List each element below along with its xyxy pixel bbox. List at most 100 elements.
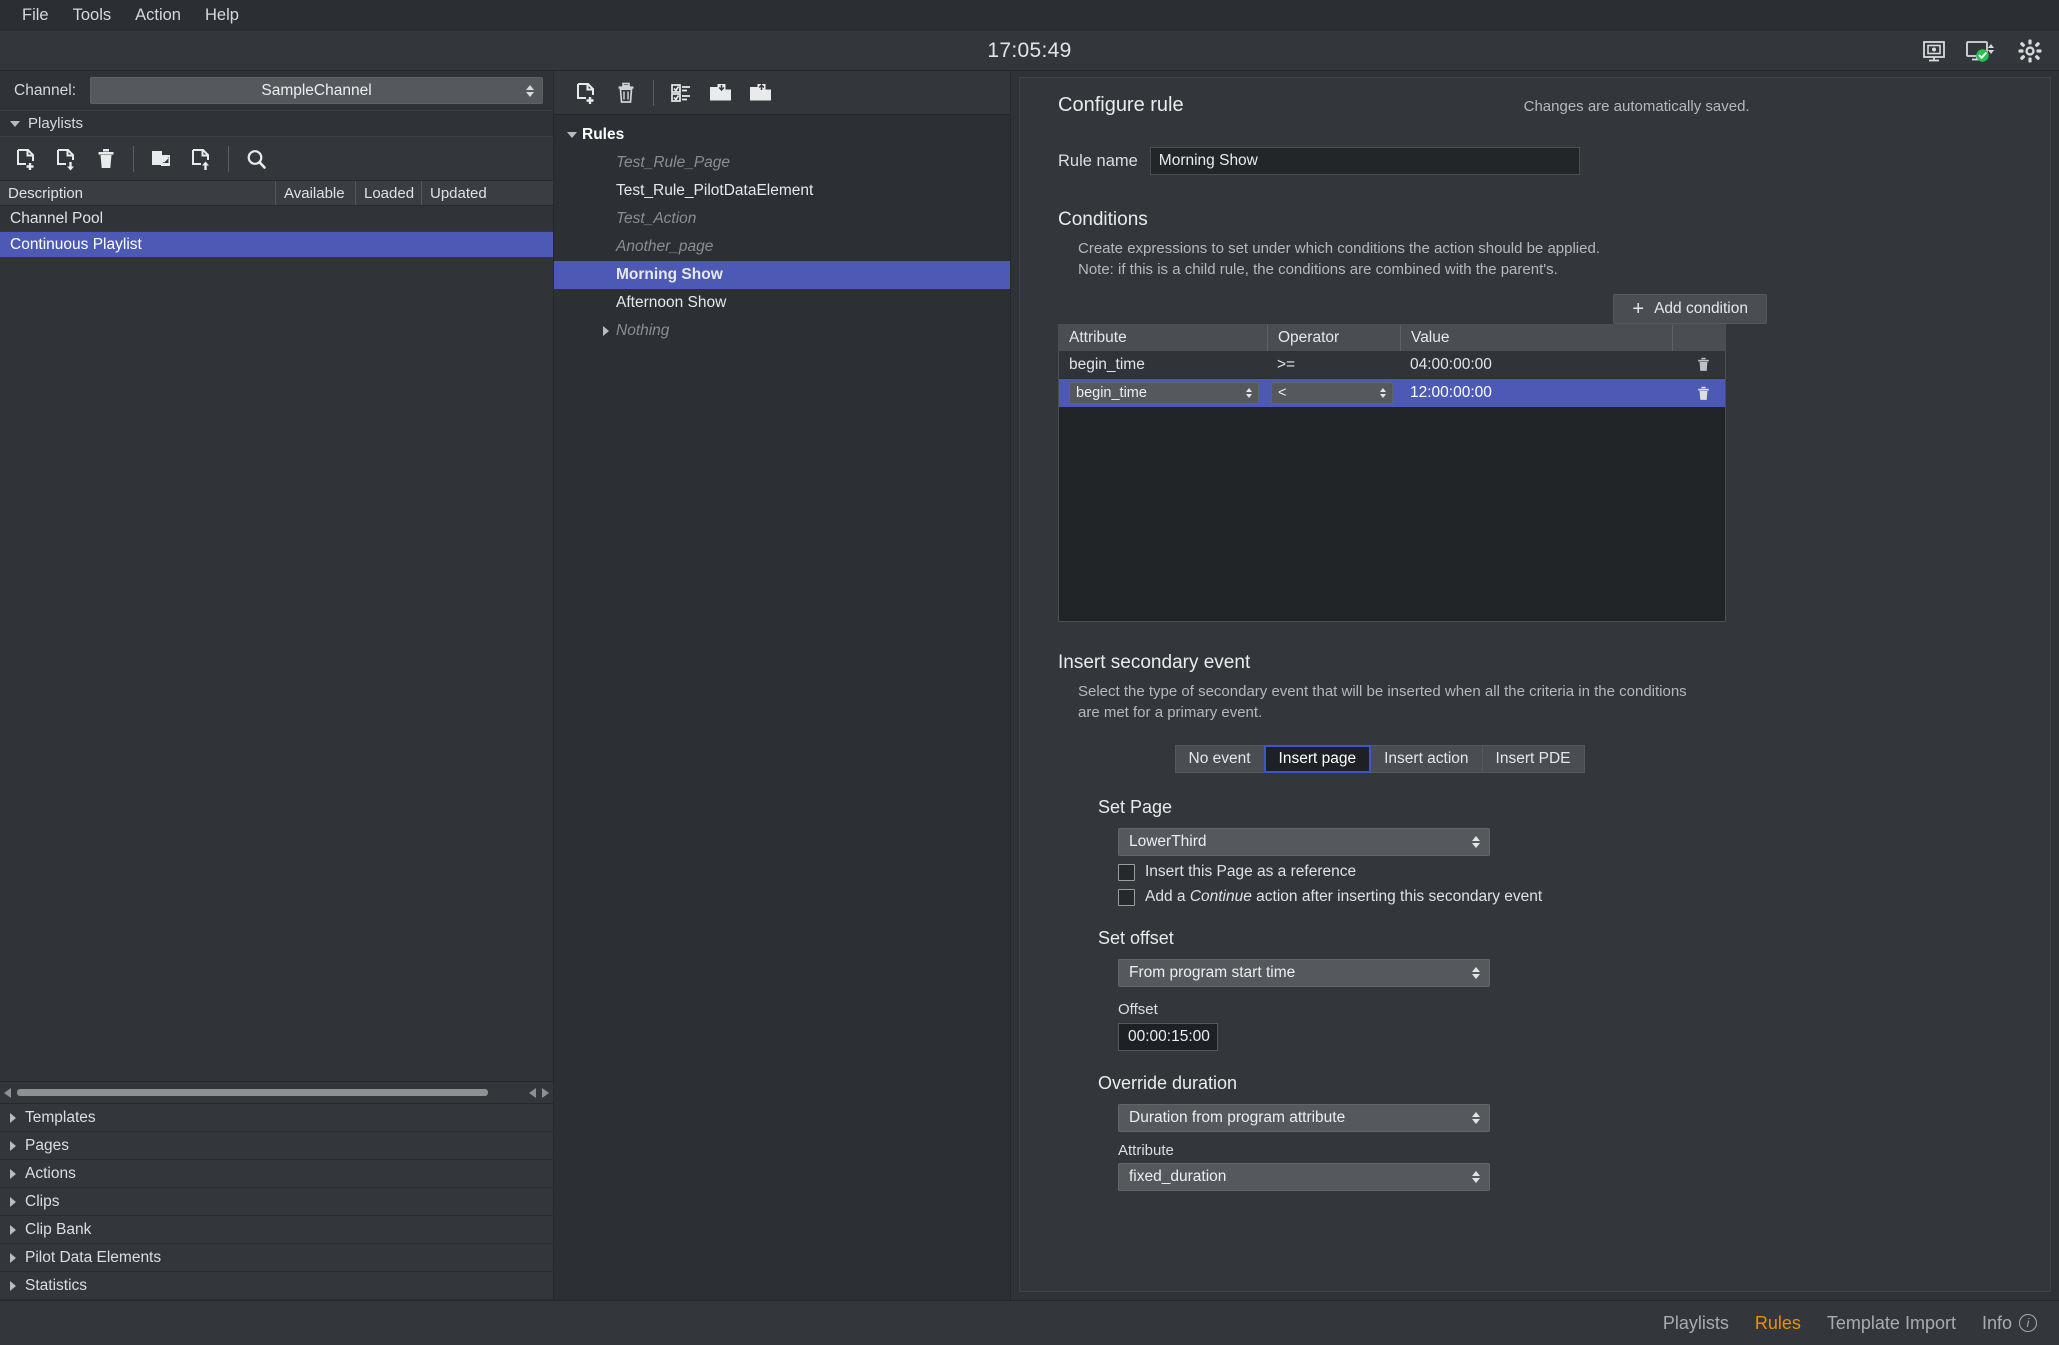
chevron-right-icon[interactable] [596,326,616,336]
nav-rules[interactable]: Rules [1755,1313,1801,1334]
condition-attribute-dropdown[interactable]: begin_time [1069,382,1259,404]
nav-playlists[interactable]: Playlists [1663,1313,1729,1334]
sidebar-item-templates[interactable]: Templates [0,1104,553,1132]
tab-insert-action[interactable]: Insert action [1370,745,1483,773]
continue-emphasis: Continue [1189,888,1252,905]
column-loaded[interactable]: Loaded [355,181,421,205]
tree-item-nothing[interactable]: Nothing [554,317,1010,345]
export-rules-icon[interactable] [741,74,781,112]
insert-as-reference-row[interactable]: Insert this Page as a reference [1118,863,2050,881]
duplicate-playlist-icon[interactable] [141,140,181,178]
offset-input[interactable]: 00:00:15:00 [1118,1023,1218,1051]
monitor-settings-icon[interactable] [1921,38,1947,64]
sidebar-item-label: Actions [25,1164,76,1182]
scrollbar-thumb[interactable] [17,1089,488,1096]
table-row[interactable]: Continuous Playlist [0,232,553,258]
column-description[interactable]: Description [0,181,275,205]
tree-item-label: Test_Action [616,210,697,227]
conditions-description: Create expressions to set under which co… [1020,238,2050,280]
sidebar-item-pilot-data-elements[interactable]: Pilot Data Elements [0,1244,553,1272]
nav-info[interactable]: Info i [1982,1313,2037,1334]
menu-item-file[interactable]: File [10,3,61,28]
table-row[interactable]: Channel Pool [0,206,553,232]
new-rule-icon[interactable] [566,74,606,112]
sidebar-item-statistics[interactable]: Statistics [0,1272,553,1300]
condition-value[interactable]: 04:00:00:00 [1400,351,1672,378]
condition-attribute-cell: begin_time [1059,379,1267,407]
menu-item-tools[interactable]: Tools [61,3,124,28]
gear-icon[interactable] [2017,38,2043,64]
sidebar-item-label: Statistics [25,1276,88,1294]
add-continue-action-row[interactable]: Add a Continue action after inserting th… [1118,888,2050,906]
scroll-left-icon-2[interactable] [529,1087,536,1098]
playlists-section-label: Playlists [28,115,84,132]
add-condition-button[interactable]: + Add condition [1613,294,1767,324]
add-continue-action-checkbox[interactable] [1118,888,1135,906]
column-attribute[interactable]: Attribute [1059,325,1267,351]
condition-row[interactable]: begin_time < 12:00:00:00 [1059,379,1725,407]
delete-rule-icon[interactable] [606,74,646,112]
tree-item-test-rule-pilotdataelement[interactable]: Test_Rule_PilotDataElement [554,177,1010,205]
column-available[interactable]: Available [275,181,355,205]
column-updated[interactable]: Updated [421,181,553,205]
duration-attribute-dropdown[interactable]: fixed_duration [1118,1163,1490,1191]
sidebar-item-pages[interactable]: Pages [0,1132,553,1160]
search-icon[interactable] [236,140,276,178]
checklist-icon[interactable] [661,74,701,112]
new-playlist-icon[interactable] [6,140,46,178]
scroll-left-icon[interactable] [4,1087,11,1098]
nav-template-import[interactable]: Template Import [1827,1313,1956,1334]
delete-playlist-icon[interactable] [86,140,126,178]
plus-icon: + [1632,298,1645,320]
condition-attribute[interactable]: begin_time [1059,351,1267,378]
scrollbar-track[interactable] [17,1089,523,1097]
condition-value[interactable]: 12:00:00:00 [1400,379,1672,407]
column-operator[interactable]: Operator [1267,325,1400,351]
chevron-down-icon[interactable] [562,132,582,138]
tree-item-test-rule-page[interactable]: Test_Rule_Page [554,149,1010,177]
chevron-right-icon [10,1112,16,1123]
set-offset-value: From program start time [1129,964,1296,981]
override-duration-dropdown[interactable]: Duration from program attribute [1118,1104,1490,1132]
tree-item-afternoon-show[interactable]: Afternoon Show [554,289,1010,317]
condition-row[interactable]: begin_time >= 04:00:00:00 [1059,351,1725,379]
scroll-right-icon[interactable] [542,1087,549,1098]
import-playlist-icon[interactable] [46,140,86,178]
channel-dropdown[interactable]: SampleChannel [90,77,543,104]
toolbar-divider [133,145,134,172]
condition-operator-dropdown[interactable]: < [1271,382,1393,404]
horizontal-scrollbar[interactable] [0,1082,553,1104]
tree-item-another-page[interactable]: Another_page [554,233,1010,261]
tree-item-morning-show[interactable]: Morning Show [554,261,1010,289]
sidebar-item-clip-bank[interactable]: Clip Bank [0,1216,553,1244]
delete-condition-icon[interactable] [1672,379,1725,407]
menu-item-action[interactable]: Action [123,3,193,28]
rule-name-label: Rule name [1058,151,1138,170]
sidebar-item-actions[interactable]: Actions [0,1160,553,1188]
playlists-section-header[interactable]: Playlists [0,111,553,137]
column-value[interactable]: Value [1400,325,1672,351]
sidebar-item-clips[interactable]: Clips [0,1188,553,1216]
chevron-right-icon [10,1168,16,1179]
chevron-right-icon [10,1140,16,1151]
tree-root-rules[interactable]: Rules [554,121,1010,149]
tree-item-test-action[interactable]: Test_Action [554,205,1010,233]
insert-as-reference-checkbox[interactable] [1118,863,1135,881]
chevron-down-icon [10,120,20,127]
tab-no-event[interactable]: No event [1174,745,1265,773]
status-bar: Playlists Rules Template Import Info i [0,1300,2059,1345]
export-playlist-icon[interactable] [181,140,221,178]
tab-insert-page[interactable]: Insert page [1263,745,1372,773]
tab-insert-pde[interactable]: Insert PDE [1481,745,1585,773]
import-rules-icon[interactable] [701,74,741,112]
menu-item-help[interactable]: Help [193,3,251,28]
secondary-event-description: Select the type of secondary event that … [1020,681,2050,723]
set-offset-dropdown[interactable]: From program start time [1118,959,1490,987]
monitor-status-ok-icon[interactable] [1965,38,1999,64]
tree-root-label: Rules [582,126,625,143]
menu-bar: File Tools Action Help [0,0,2059,31]
delete-condition-icon[interactable] [1672,351,1725,378]
rule-name-input[interactable]: Morning Show [1149,147,1580,175]
set-page-dropdown[interactable]: LowerThird [1118,828,1490,856]
condition-operator[interactable]: >= [1267,351,1400,378]
